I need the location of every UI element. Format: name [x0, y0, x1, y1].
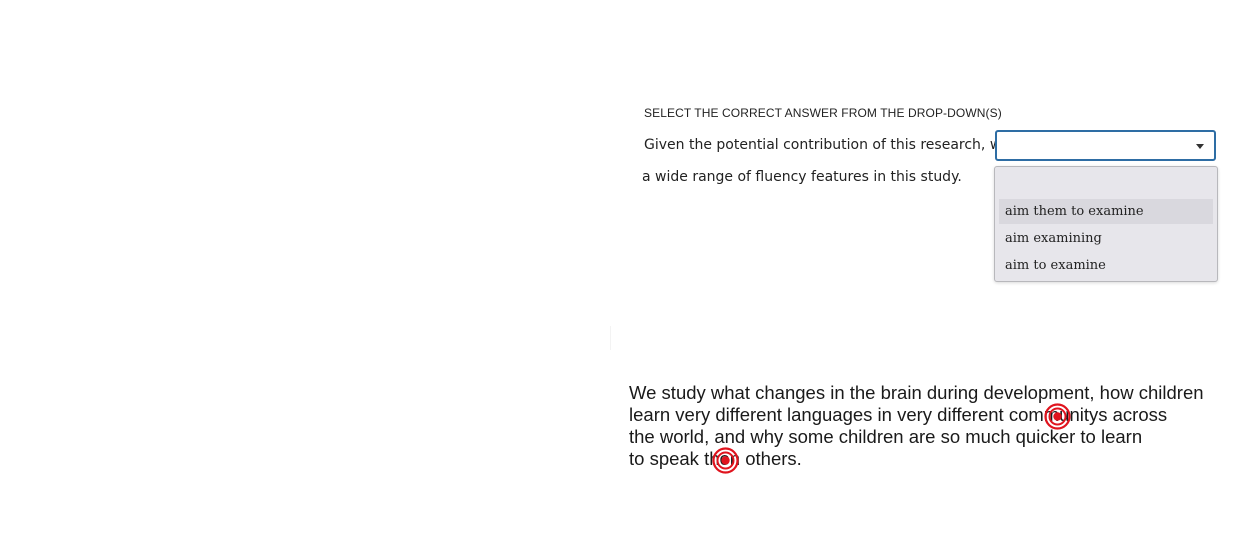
- red-circle-target-icon: [712, 447, 739, 474]
- chevron-down-icon: [1196, 144, 1204, 149]
- red-circle-target-icon: [1044, 403, 1071, 430]
- dropdown-options-list: aim them to examine aim examining aim to…: [994, 166, 1218, 282]
- answer-dropdown[interactable]: [995, 130, 1216, 161]
- dropdown-option-aim-to-examine[interactable]: aim to examine: [999, 253, 1213, 278]
- question-sentence-part-1: Given the potential contribution of this…: [644, 137, 1010, 153]
- divider: [610, 326, 611, 350]
- question-instruction: SELECT THE CORRECT ANSWER FROM THE DROP-…: [644, 106, 1002, 120]
- passage-line: the world, and why some children are so …: [629, 426, 1143, 447]
- question-sentence-part-2: a wide range of fluency features in this…: [642, 169, 962, 185]
- dropdown-option-aim-them-to-examine[interactable]: aim them to examine: [999, 199, 1213, 224]
- dropdown-option-aim-examining[interactable]: aim examining: [999, 226, 1213, 251]
- dropdown-option-blank[interactable]: [999, 171, 1213, 196]
- passage-line: learn very different languages in very d…: [629, 404, 1168, 425]
- passage-line: We study what changes in the brain durin…: [629, 382, 1204, 403]
